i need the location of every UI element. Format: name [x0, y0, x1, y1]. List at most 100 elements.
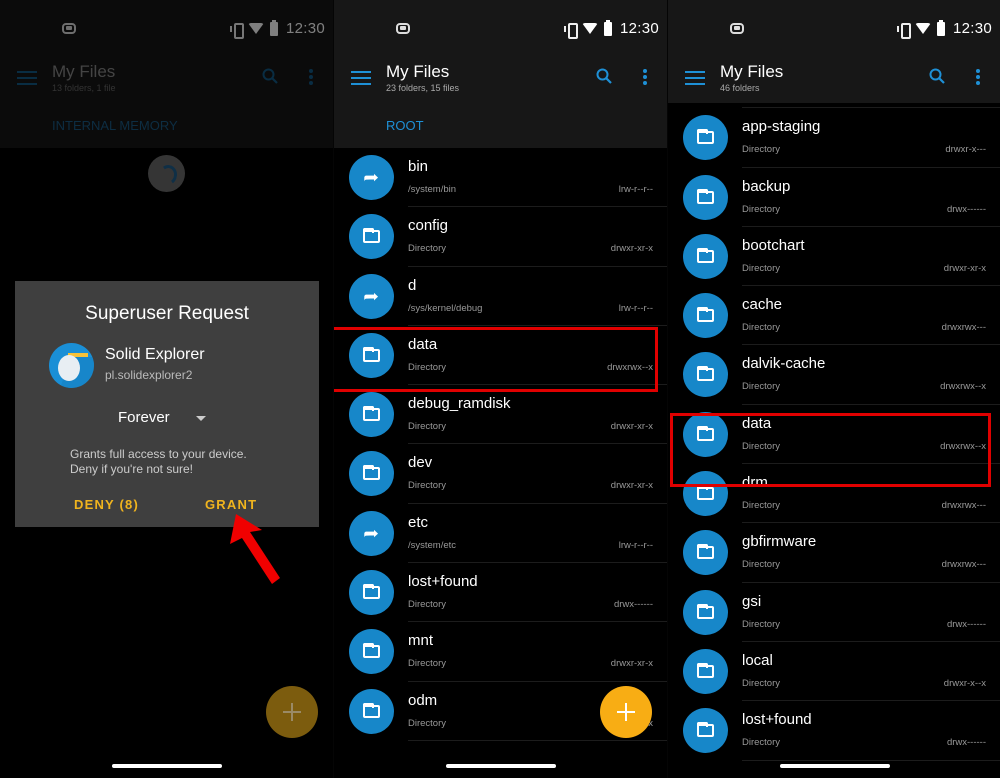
loading-spinner — [148, 155, 185, 192]
menu-icon[interactable] — [17, 71, 37, 85]
folder-icon — [697, 603, 714, 619]
item-name: local — [742, 651, 773, 669]
menu-icon[interactable] — [351, 71, 371, 85]
item-permissions: drwxrwx--- — [941, 322, 986, 334]
item-meta: Directory — [742, 203, 781, 215]
item-avatar — [683, 174, 728, 220]
folder-count: 23 folders, 15 files — [386, 83, 460, 93]
folder-list-item[interactable]: app-staging Directory drwxr-x--- — [668, 108, 1000, 168]
item-name: app-staging — [742, 118, 821, 136]
item-meta: /sys/kernel/debug — [408, 302, 483, 314]
item-meta: Directory — [408, 599, 447, 611]
notification-icon — [396, 23, 410, 34]
tab-root[interactable]: ROOT — [386, 118, 424, 133]
item-permissions: lrw-r--r-- — [618, 302, 653, 314]
item-permissions: drwx------ — [613, 599, 653, 611]
tab-bar: INTERNAL MEMORY — [0, 103, 333, 148]
symlink-list-item[interactable]: ➦ d/sys/kernel/debug lrw-r--r-- — [334, 267, 667, 326]
add-fab[interactable] — [266, 686, 318, 738]
folder-list-item[interactable]: bootchart Directory drwxr-xr-x — [668, 227, 1000, 287]
item-meta: /system/bin — [408, 184, 457, 195]
folder-list-item[interactable]: backup Directory drwx------ — [668, 168, 1000, 227]
folder-icon — [697, 722, 714, 738]
dialog-message: Grants full access to your device. Deny … — [70, 447, 247, 477]
vibrate-icon — [563, 22, 578, 39]
folder-list-item[interactable]: mnt Directory drwxr-xr-x — [334, 622, 667, 682]
battery-icon — [603, 19, 612, 36]
search-icon[interactable] — [929, 68, 945, 84]
app-bar: My Files 13 folders, 1 file — [0, 48, 333, 103]
symlink-list-item[interactable]: ➦ bin/system/bin lrw-r--r-- — [334, 148, 667, 208]
item-permissions: drwxr-xr-x — [610, 243, 653, 255]
highlight-box-data — [334, 327, 658, 392]
more-options-icon[interactable] — [643, 69, 647, 85]
item-meta: Directory — [742, 500, 781, 512]
more-options-icon[interactable] — [976, 69, 980, 85]
item-meta: Directory — [742, 322, 781, 334]
symlink-list-item[interactable]: ➦ etc/system/etc lrw-r--r-- — [334, 504, 667, 564]
duration-select[interactable]: Forever — [118, 409, 170, 426]
item-avatar — [349, 629, 394, 675]
item-permissions: drwxr-xr-x — [610, 421, 653, 433]
item-permissions: drwxr-xr-x — [943, 262, 986, 274]
tab-bar: ROOT — [334, 103, 667, 148]
clock: 12:30 — [619, 20, 659, 37]
battery-icon — [269, 19, 278, 36]
file-list: Directorydrwxrwx--xapp-stagingDirectoryd… — [668, 49, 1000, 761]
dialog-message-line2: Deny if you're not sure! — [70, 462, 194, 476]
grant-button[interactable]: GRANT — [205, 497, 257, 512]
folder-list-item[interactable]: gsi Directory drwx------ — [668, 583, 1000, 642]
folder-icon — [363, 643, 380, 659]
deny-button[interactable]: DENY (8) — [74, 497, 139, 512]
app-title: My Files — [386, 62, 450, 81]
file-list: ➦ bin/system/bin lrw-r--r-- config Directory… — [334, 148, 667, 741]
folder-icon — [697, 247, 714, 263]
red-arrow-annotation — [230, 514, 280, 584]
status-bar: 12:30 — [334, 0, 667, 48]
add-fab[interactable] — [600, 686, 652, 738]
search-icon[interactable] — [262, 68, 278, 84]
menu-icon[interactable] — [685, 71, 705, 85]
symlink-icon: ➦ — [363, 523, 380, 543]
search-icon[interactable] — [596, 68, 612, 84]
plus-icon — [617, 703, 635, 721]
folder-list-item[interactable]: lost+found Directory drwx------ — [334, 563, 667, 623]
folder-list-item[interactable]: local Directory drwxr-x--x — [668, 642, 1000, 702]
item-name: gbfirmware — [742, 533, 817, 551]
app-name: Solid Explorer — [105, 346, 205, 363]
item-avatar — [683, 589, 728, 635]
folder-icon — [697, 188, 714, 204]
item-name: dalvik-cache — [742, 355, 826, 373]
item-meta: Directory — [408, 480, 447, 492]
notification-icon — [62, 23, 76, 34]
item-name: backup — [742, 177, 791, 195]
folder-list-item[interactable]: config Directory drwxr-xr-x — [334, 207, 667, 267]
item-meta: Directory — [742, 262, 781, 274]
item-permissions: drwxr-xr-x — [610, 480, 653, 492]
item-avatar — [683, 708, 728, 754]
folder-list-item[interactable]: cache Directory drwxrwx--- — [668, 286, 1000, 346]
folder-list-item[interactable]: gbfirmware Directory drwxrwx--- — [668, 523, 1000, 583]
item-name: config — [408, 217, 449, 235]
folder-list-item[interactable]: dalvik-cache Directory drwxrwx--x — [668, 345, 1000, 405]
item-name: lost+found — [742, 711, 812, 729]
folder-icon — [363, 702, 380, 718]
nav-handle[interactable] — [446, 764, 556, 768]
nav-handle[interactable] — [780, 764, 890, 768]
vibrate-icon — [896, 22, 911, 39]
item-meta: Directory — [742, 618, 781, 630]
clock: 12:30 — [285, 20, 325, 37]
item-avatar — [683, 352, 728, 398]
folder-list-item[interactable]: lost+found Directory drwx------ — [668, 701, 1000, 761]
dropdown-caret-icon[interactable] — [196, 416, 206, 421]
item-avatar — [349, 570, 394, 616]
folder-list-item[interactable]: dev Directory drwxr-xr-x — [334, 444, 667, 504]
folder-icon — [363, 228, 380, 244]
tab-internal-memory[interactable]: INTERNAL MEMORY — [52, 118, 178, 133]
more-options-icon[interactable] — [309, 69, 313, 85]
folder-list-item[interactable]: debug_ramdisk Directory drwxr-xr-x — [334, 385, 667, 445]
nav-handle[interactable] — [112, 764, 222, 768]
item-meta: Directory — [408, 421, 447, 433]
highlight-box-data — [670, 413, 991, 487]
vibrate-icon — [229, 22, 244, 39]
